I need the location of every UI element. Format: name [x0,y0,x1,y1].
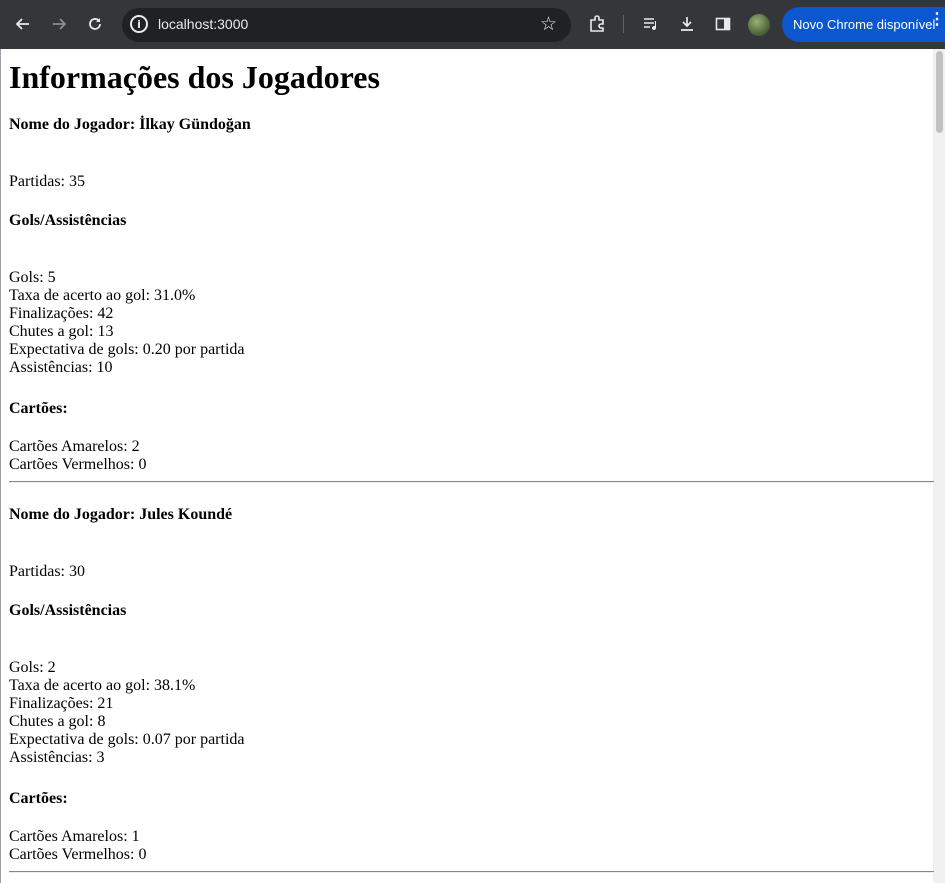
media-playlist-icon[interactable] [639,12,663,36]
side-panel-icon[interactable] [711,12,735,36]
address-bar[interactable]: i localhost:3000 ☆ [122,8,571,42]
stat-line: Cartões Amarelos: 2 [9,438,140,455]
page-title: Informações dos Jogadores [9,59,380,95]
matches-played: Partidas: 35 [9,173,85,190]
scrollbar-thumb[interactable] [936,51,943,133]
new-chrome-available-button[interactable]: Novo Chrome disponível [782,7,945,42]
divider [9,871,934,873]
toolbar-separator [623,15,624,33]
goal-stats: Gols: 5 Taxa de acerto ao gol: 31.0% Fin… [9,269,244,377]
page-viewport: Informações dos Jogadores Nome do Jogado… [0,49,945,883]
update-label: Novo Chrome disponível [793,17,936,32]
site-info-icon[interactable]: i [130,15,148,33]
stat-line: Cartões Vermelhos: 0 [9,456,147,473]
stat-line: Assistências: 10 [9,359,113,376]
cards-stats: Cartões Amarelos: 1 Cartões Vermelhos: 0 [9,828,146,864]
stat-line: Expectativa de gols: 0.20 por partida [9,341,245,358]
stat-line: Chutes a gol: 13 [9,323,114,340]
url-text[interactable]: localhost:3000 [158,16,248,32]
stat-line: Taxa de acerto ao gol: 31.0% [9,287,196,304]
forward-icon[interactable] [47,12,71,36]
stat-line: Gols: 2 [9,659,56,676]
stat-line: Chutes a gol: 8 [9,713,106,730]
stat-line: Assistências: 3 [9,749,105,766]
stat-line: Gols: 5 [9,269,56,286]
stat-line: Cartões Vermelhos: 0 [9,846,147,863]
stat-line: Finalizações: 21 [9,695,114,712]
goals-assists-heading: Gols/Assistências [9,212,127,229]
profile-avatar-icon[interactable] [748,14,770,36]
cards-heading: Cartões: [9,790,68,807]
cards-heading: Cartões: [9,400,68,417]
goal-stats: Gols: 2 Taxa de acerto ao gol: 38.1% Fin… [9,659,244,767]
stat-line: Finalizações: 42 [9,305,114,322]
cards-stats: Cartões Amarelos: 2 Cartões Vermelhos: 0 [9,438,146,474]
download-icon[interactable] [675,12,699,36]
bookmark-star-icon[interactable]: ☆ [540,13,557,36]
player-name: Nome do Jogador: Jules Koundé [9,506,233,523]
extensions-icon[interactable] [585,12,609,36]
reload-icon[interactable] [83,12,107,36]
goals-assists-heading: Gols/Assistências [9,602,127,619]
player-name: Nome do Jogador: İlkay Gündoğan [9,116,251,133]
stat-line: Expectativa de gols: 0.07 por partida [9,731,245,748]
browser-toolbar: i localhost:3000 ☆ Novo Chrome disponíve… [0,0,945,49]
divider [9,481,934,483]
matches-played: Partidas: 30 [9,563,85,580]
scrollbar[interactable] [933,49,945,883]
back-icon[interactable] [11,12,35,36]
stat-line: Taxa de acerto ao gol: 38.1% [9,677,196,694]
stat-line: Cartões Amarelos: 1 [9,828,140,845]
menu-kebab-icon[interactable]: ⋮ [929,9,945,29]
